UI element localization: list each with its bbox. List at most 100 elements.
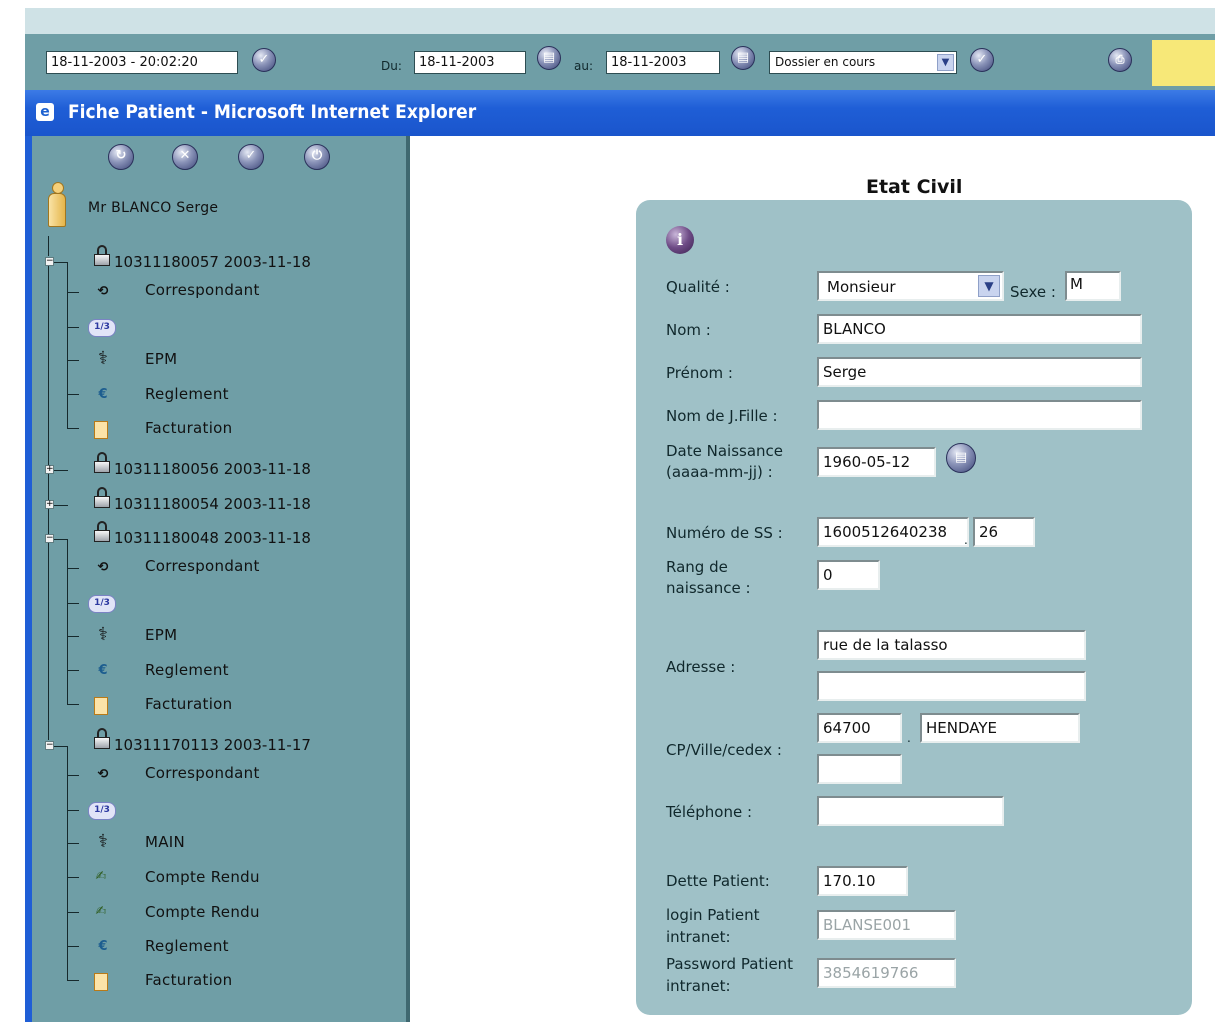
au-label: au: bbox=[574, 59, 594, 73]
dossier-item-label[interactable]: 10311180048 2003-11-18 bbox=[114, 529, 311, 547]
tree-item-label[interactable]: Correspondant bbox=[145, 281, 260, 299]
adresse-line1-input[interactable]: rue de la talasso bbox=[817, 630, 1086, 660]
tree-line bbox=[67, 980, 79, 981]
patient-person-icon bbox=[46, 182, 68, 228]
numero-ss-key-input[interactable]: 26 bbox=[973, 517, 1035, 547]
tree-item-label[interactable]: Facturation bbox=[145, 419, 232, 437]
fraction-badge-label: 1/3 bbox=[94, 598, 110, 608]
calendar-icon: ▤ bbox=[542, 50, 556, 65]
tree-line bbox=[67, 843, 79, 844]
print-button[interactable]: ⎙ bbox=[1108, 48, 1132, 72]
calendar-icon: ▤ bbox=[736, 50, 750, 65]
tree-item-label[interactable]: Reglement bbox=[145, 937, 229, 955]
adresse-line2-input[interactable] bbox=[817, 671, 1086, 701]
password-patient-input[interactable]: 3854619766 bbox=[817, 958, 956, 988]
check-icon: ✓ bbox=[245, 148, 257, 163]
login-patient-input[interactable]: BLANSE001 bbox=[817, 910, 956, 940]
correspondant-icon: ⟲ bbox=[97, 767, 109, 782]
tree-line bbox=[67, 746, 68, 980]
dossier-validate-button[interactable]: ✓ bbox=[970, 48, 994, 72]
payment-euro-icon: € bbox=[98, 387, 108, 402]
lock-icon bbox=[93, 245, 111, 267]
date-to-calendar-button[interactable]: ▤ bbox=[731, 46, 755, 70]
dossier-item-label[interactable]: 10311170113 2003-11-17 bbox=[114, 736, 311, 754]
lock-icon bbox=[93, 728, 111, 750]
tree-item-label[interactable]: Facturation bbox=[145, 971, 232, 989]
invoice-icon bbox=[94, 973, 108, 991]
date-from-input[interactable]: 18-11-2003 bbox=[414, 51, 526, 74]
lock-icon bbox=[93, 521, 111, 543]
dette-patient-label: Dette Patient: bbox=[666, 872, 770, 890]
dossier-item-label[interactable]: 10311180057 2003-11-18 bbox=[114, 253, 311, 271]
invoice-icon bbox=[94, 697, 108, 715]
dossier-select[interactable]: Dossier en cours ▼ bbox=[769, 51, 957, 74]
window-title: Fiche Patient - Microsoft Internet Explo… bbox=[68, 101, 477, 123]
rang-naissance-label: Rang de bbox=[666, 558, 728, 576]
qualite-select-value: Monsieur bbox=[827, 278, 896, 296]
cedex-input[interactable] bbox=[817, 754, 902, 784]
tree-item-label[interactable]: EPM bbox=[145, 350, 177, 368]
nom-input[interactable]: BLANCO bbox=[817, 314, 1142, 344]
dossier-item-label[interactable]: 10311180054 2003-11-18 bbox=[114, 495, 311, 513]
tree-item-label[interactable]: Correspondant bbox=[145, 764, 260, 782]
sexe-input[interactable]: M bbox=[1065, 271, 1121, 301]
numero-ss-label: Numéro de SS : bbox=[666, 524, 783, 542]
code-postal-input[interactable]: 64700 bbox=[817, 713, 902, 743]
tree-item-label[interactable]: Facturation bbox=[145, 695, 232, 713]
password-patient-label: Password Patient bbox=[666, 955, 794, 973]
patient-name[interactable]: Mr BLANCO Serge bbox=[88, 200, 218, 216]
tree-item-label[interactable]: Compte Rendu bbox=[145, 903, 260, 921]
date-naissance-calendar-button[interactable]: ▤ bbox=[946, 443, 976, 473]
info-icon[interactable]: i bbox=[666, 226, 694, 254]
tree-item-label[interactable]: EPM bbox=[145, 626, 177, 644]
tree-item-label[interactable]: Reglement bbox=[145, 661, 229, 679]
expand-toggle[interactable]: + bbox=[45, 500, 54, 509]
datetime-input[interactable]: 18-11-2003 - 20:02:20 bbox=[46, 51, 238, 74]
adresse-label: Adresse : bbox=[666, 658, 736, 676]
dossier-item-label[interactable]: 10311180056 2003-11-18 bbox=[114, 460, 311, 478]
section-title: Etat Civil bbox=[866, 176, 963, 198]
date-from-calendar-button[interactable]: ▤ bbox=[537, 46, 561, 70]
expand-toggle[interactable]: + bbox=[45, 465, 54, 474]
lock-icon bbox=[93, 487, 111, 509]
tree-line bbox=[48, 236, 49, 256]
tree-line bbox=[67, 327, 79, 328]
close-button[interactable]: ✕ bbox=[172, 144, 198, 170]
nom-jeune-fille-label: Nom de J.Fille : bbox=[666, 407, 778, 425]
tree-item-label[interactable]: Reglement bbox=[145, 385, 229, 403]
dette-patient-input[interactable]: 170.10 bbox=[817, 866, 908, 896]
check-icon: ✓ bbox=[258, 52, 270, 67]
caduceus-icon: ⚕ bbox=[98, 831, 108, 852]
caduceus-icon: ⚕ bbox=[98, 624, 108, 645]
tree-line bbox=[67, 428, 79, 429]
prenom-input[interactable]: Serge bbox=[817, 357, 1142, 387]
tree-line bbox=[54, 539, 68, 540]
tree-line bbox=[67, 636, 79, 637]
tree-line bbox=[67, 262, 68, 428]
nom-jeune-fille-input[interactable] bbox=[817, 400, 1142, 430]
collapse-toggle[interactable]: − bbox=[45, 257, 54, 266]
date-naissance-input[interactable]: 1960-05-12 bbox=[817, 447, 936, 477]
tree-item-label[interactable]: Compte Rendu bbox=[145, 868, 260, 886]
correspondant-icon: ⟲ bbox=[97, 560, 109, 575]
collapse-toggle[interactable]: − bbox=[45, 534, 54, 543]
ville-input[interactable]: HENDAYE bbox=[920, 713, 1080, 743]
chevron-down-icon: ▼ bbox=[937, 54, 954, 71]
refresh-button[interactable]: ↻ bbox=[108, 144, 134, 170]
dossier-select-value: Dossier en cours bbox=[775, 55, 876, 69]
validate-button[interactable]: ✓ bbox=[238, 144, 264, 170]
telephone-input[interactable] bbox=[817, 796, 1004, 826]
datetime-validate-button[interactable]: ✓ bbox=[252, 48, 276, 72]
tree-line bbox=[67, 292, 79, 293]
qualite-select[interactable]: Monsieur ▼ bbox=[817, 271, 1004, 301]
tree-item-label[interactable]: Correspondant bbox=[145, 557, 260, 575]
tree-item-label[interactable]: MAIN bbox=[145, 833, 185, 851]
numero-ss-separator: . bbox=[964, 533, 968, 547]
rang-naissance-input[interactable]: 0 bbox=[817, 560, 880, 590]
badge-fraction-icon: 1/3 bbox=[88, 802, 116, 820]
collapse-toggle[interactable]: − bbox=[45, 741, 54, 750]
tree-line bbox=[67, 394, 79, 395]
numero-ss-input[interactable]: 1600512640238 bbox=[817, 517, 969, 547]
date-to-input[interactable]: 18-11-2003 bbox=[606, 51, 720, 74]
power-button[interactable]: ⏻ bbox=[304, 144, 330, 170]
